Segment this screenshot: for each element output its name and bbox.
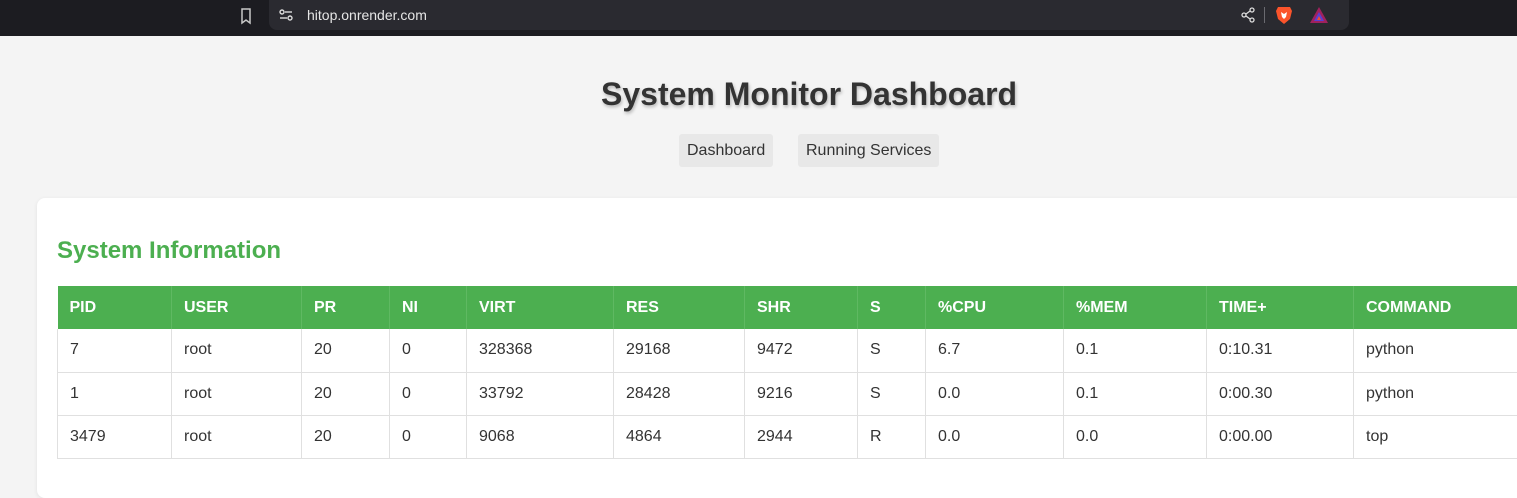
- cell-pr: 20: [302, 329, 390, 372]
- column-header-res[interactable]: RES: [614, 286, 745, 329]
- cell-cpu: 0.0: [926, 415, 1064, 458]
- cell-pid: 1: [58, 372, 172, 415]
- cell-mem: 0.0: [1064, 415, 1207, 458]
- column-header-time[interactable]: TIME+: [1207, 286, 1354, 329]
- cell-pid: 7: [58, 329, 172, 372]
- page-title-text: System Monitor Dashboard: [601, 76, 1017, 113]
- column-header-ni[interactable]: NI: [390, 286, 467, 329]
- cell-user: root: [172, 415, 302, 458]
- cell-cpu: 0.0: [926, 372, 1064, 415]
- column-header-cpu[interactable]: %CPU: [926, 286, 1064, 329]
- cell-state: S: [858, 372, 926, 415]
- site-settings-icon[interactable]: [277, 6, 295, 24]
- table-row: 3479 root 20 0 9068 4864 2944 R 0.0 0.0 …: [58, 415, 1517, 458]
- cell-command: python: [1354, 372, 1517, 415]
- column-header-shr[interactable]: SHR: [745, 286, 858, 329]
- column-header-virt[interactable]: VIRT: [467, 286, 614, 329]
- cell-ni: 0: [390, 329, 467, 372]
- brave-rewards-icon[interactable]: [1309, 6, 1329, 24]
- cell-pr: 20: [302, 372, 390, 415]
- column-header-pr[interactable]: PR: [302, 286, 390, 329]
- cell-pr: 20: [302, 415, 390, 458]
- table-header-row: PID USER PR NI VIRT RES SHR S %CPU %MEM …: [58, 286, 1517, 329]
- cell-mem: 0.1: [1064, 372, 1207, 415]
- browser-toolbar: hitop.onrender.com: [0, 0, 1517, 36]
- cell-virt: 9068: [467, 415, 614, 458]
- cell-virt: 328368: [467, 329, 614, 372]
- cell-state: R: [858, 415, 926, 458]
- toolbar-divider: [1264, 7, 1265, 23]
- cell-command: python: [1354, 329, 1517, 372]
- cell-cpu: 6.7: [926, 329, 1064, 372]
- cell-mem: 0.1: [1064, 329, 1207, 372]
- cell-state: S: [858, 329, 926, 372]
- column-header-pid[interactable]: PID: [58, 286, 172, 329]
- cell-user: root: [172, 329, 302, 372]
- cell-shr: 9216: [745, 372, 858, 415]
- column-header-user[interactable]: USER: [172, 286, 302, 329]
- address-bar[interactable]: hitop.onrender.com: [269, 0, 1349, 30]
- process-table: PID USER PR NI VIRT RES SHR S %CPU %MEM …: [57, 286, 1517, 459]
- nav-dashboard-link[interactable]: Dashboard: [679, 134, 773, 167]
- cell-virt: 33792: [467, 372, 614, 415]
- cell-shr: 2944: [745, 415, 858, 458]
- section-title: System Information: [57, 237, 281, 265]
- brave-shields-icon[interactable]: [1275, 5, 1293, 25]
- table-row: 1 root 20 0 33792 28428 9216 S 0.0 0.1 0…: [58, 372, 1517, 415]
- url-text[interactable]: hitop.onrender.com: [307, 7, 427, 23]
- table-row: 7 root 20 0 328368 29168 9472 S 6.7 0.1 …: [58, 329, 1517, 372]
- cell-res: 28428: [614, 372, 745, 415]
- cell-time: 0:00.00: [1207, 415, 1354, 458]
- cell-ni: 0: [390, 415, 467, 458]
- column-header-command[interactable]: COMMAND: [1354, 286, 1517, 329]
- cell-shr: 9472: [745, 329, 858, 372]
- cell-ni: 0: [390, 372, 467, 415]
- bookmark-icon[interactable]: [236, 6, 256, 26]
- cell-res: 4864: [614, 415, 745, 458]
- cell-user: root: [172, 372, 302, 415]
- cell-time: 0:00.30: [1207, 372, 1354, 415]
- cell-time: 0:10.31: [1207, 329, 1354, 372]
- cell-res: 29168: [614, 329, 745, 372]
- column-header-mem[interactable]: %MEM: [1064, 286, 1207, 329]
- cell-pid: 3479: [58, 415, 172, 458]
- share-icon[interactable]: [1239, 6, 1257, 24]
- nav-running-services-link[interactable]: Running Services: [798, 134, 939, 167]
- column-header-state[interactable]: S: [858, 286, 926, 329]
- cell-command: top: [1354, 415, 1517, 458]
- main-nav: Dashboard Running Services: [0, 134, 1517, 167]
